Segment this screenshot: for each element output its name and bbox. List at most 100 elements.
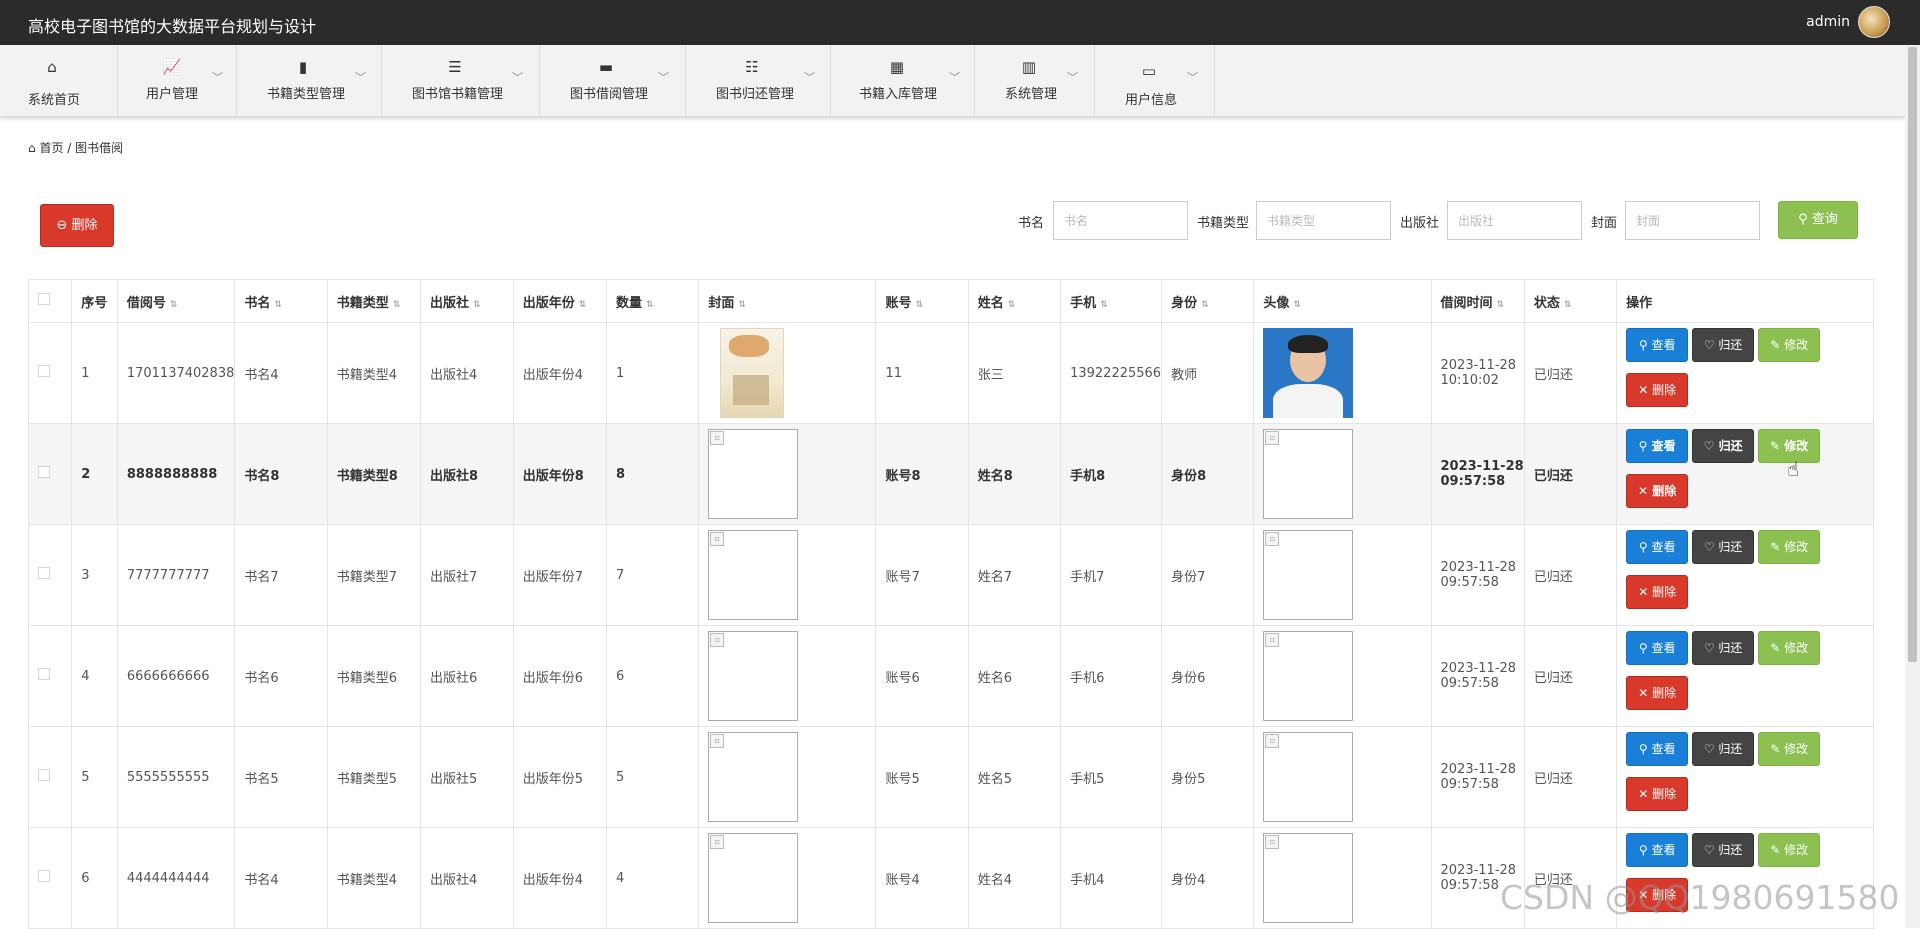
return-button[interactable]: ♡ 归还: [1692, 631, 1755, 665]
row-checkbox[interactable]: [38, 567, 50, 579]
user-avatar-image[interactable]: ▫: [1263, 732, 1354, 822]
filter-publisher-input[interactable]: [1447, 201, 1582, 240]
header-cell[interactable]: 头像 ⇅: [1253, 279, 1432, 323]
user-name[interactable]: admin: [1806, 14, 1850, 30]
view-button[interactable]: ⚲ 查看: [1626, 328, 1689, 362]
sort-icon[interactable]: ⇅: [1100, 300, 1108, 310]
sort-icon[interactable]: ⇅: [579, 300, 587, 310]
row-select-cell[interactable]: [27, 827, 73, 929]
sort-icon[interactable]: ⇅: [1008, 300, 1016, 310]
row-select-cell[interactable]: [27, 726, 73, 828]
header-cell[interactable]: 账号 ⇅: [875, 279, 969, 323]
user-avatar-image[interactable]: ▫: [1263, 530, 1354, 620]
sort-icon[interactable]: ⇅: [473, 300, 481, 310]
scrollbar-thumb[interactable]: [1908, 47, 1917, 662]
edit-button[interactable]: ✎ 修改: [1758, 631, 1821, 665]
row-select-cell[interactable]: [27, 423, 73, 525]
header-cell[interactable]: 借阅时间 ⇅: [1430, 279, 1525, 323]
view-button[interactable]: ⚲ 查看: [1626, 833, 1689, 867]
sort-icon[interactable]: ⇅: [646, 300, 654, 310]
user-avatar-image[interactable]: [1263, 328, 1354, 418]
return-button[interactable]: ♡ 归还: [1692, 732, 1755, 766]
nav-user-management[interactable]: 📈 用户管理 ﹀: [118, 45, 237, 117]
nav-borrow-management[interactable]: ▬ 图书借阅管理 ﹀: [540, 45, 686, 117]
header-cell[interactable]: 出版社 ⇅: [419, 279, 514, 323]
book-cover-image[interactable]: [720, 328, 785, 418]
row-select-cell[interactable]: [27, 625, 73, 727]
select-all-cell[interactable]: [27, 279, 73, 323]
view-label: 查看: [1651, 540, 1676, 554]
sort-icon[interactable]: ⇅: [393, 300, 401, 310]
row-select-cell[interactable]: [27, 322, 73, 424]
delete-button[interactable]: ✕ 删除: [1626, 575, 1689, 609]
header-cell[interactable]: 姓名 ⇅: [967, 279, 1062, 323]
return-button[interactable]: ♡ 归还: [1692, 429, 1755, 463]
header-cell[interactable]: 手机 ⇅: [1060, 279, 1163, 323]
view-button[interactable]: ⚲ 查看: [1626, 429, 1689, 463]
row-checkbox[interactable]: [38, 870, 50, 882]
sort-icon[interactable]: ⇅: [274, 300, 282, 310]
edit-button[interactable]: ✎ 修改: [1758, 833, 1821, 867]
delete-button[interactable]: ✕ 删除: [1626, 474, 1689, 508]
sort-icon[interactable]: ⇅: [170, 300, 178, 310]
nav-book-type-management[interactable]: ▮ 书籍类型管理 ﹀: [237, 45, 382, 117]
view-button[interactable]: ⚲ 查看: [1626, 631, 1689, 665]
header-cell[interactable]: 数量 ⇅: [605, 279, 700, 323]
return-button[interactable]: ♡ 归还: [1692, 328, 1755, 362]
book-cover-image[interactable]: ▫: [708, 732, 799, 822]
nav-home[interactable]: ⌂ 系统首页: [0, 45, 118, 117]
book-cover-image[interactable]: ▫: [708, 833, 799, 923]
view-button[interactable]: ⚲ 查看: [1626, 732, 1689, 766]
book-cover-image[interactable]: ▫: [708, 530, 799, 620]
return-label: 归还: [1718, 540, 1743, 554]
header-cell[interactable]: 身份 ⇅: [1161, 279, 1255, 323]
nav-return-management[interactable]: ☷ 图书归还管理 ﹀: [686, 45, 831, 117]
select-all-checkbox[interactable]: [38, 293, 50, 305]
book-cover-image[interactable]: ▫: [708, 631, 799, 721]
book-cover-image[interactable]: ▫: [708, 429, 799, 519]
row-checkbox[interactable]: [38, 466, 50, 478]
filter-book-name-input[interactable]: [1053, 201, 1188, 240]
filter-cover-input[interactable]: [1625, 201, 1760, 240]
header-cell[interactable]: 出版年份 ⇅: [512, 279, 608, 323]
user-avatar-image[interactable]: ▫: [1263, 429, 1354, 519]
view-button[interactable]: ⚲ 查看: [1626, 530, 1689, 564]
header-cell[interactable]: 借阅号 ⇅: [116, 279, 236, 323]
query-button[interactable]: ⚲ 查询: [1778, 201, 1858, 239]
edit-button[interactable]: ✎ 修改: [1758, 328, 1821, 362]
row-checkbox[interactable]: [38, 365, 50, 377]
filter-book-type-input[interactable]: [1256, 201, 1391, 240]
delete-button[interactable]: ✕ 删除: [1626, 373, 1689, 407]
nav-user-info[interactable]: ▭ 用户信息 ﹀: [1095, 45, 1215, 117]
edit-button[interactable]: ✎ 修改: [1758, 530, 1821, 564]
header-cell[interactable]: 书籍类型 ⇅: [326, 279, 421, 323]
return-button[interactable]: ♡ 归还: [1692, 530, 1755, 564]
nav-system-management[interactable]: ▥ 系统管理 ﹀: [975, 45, 1095, 117]
row-select-cell[interactable]: [27, 524, 73, 626]
cell-book: 书名5: [234, 726, 328, 828]
page-scrollbar[interactable]: [1905, 45, 1920, 928]
nav-library-book-management[interactable]: ☰ 图书馆书籍管理 ﹀: [382, 45, 540, 117]
breadcrumb-home[interactable]: 首页: [39, 141, 63, 155]
sort-icon[interactable]: ⇅: [915, 300, 923, 310]
sort-icon[interactable]: ⇅: [738, 300, 746, 310]
row-checkbox[interactable]: [38, 769, 50, 781]
user-avatar-image[interactable]: ▫: [1263, 631, 1354, 721]
delete-button[interactable]: ✕ 删除: [1626, 676, 1689, 710]
return-button[interactable]: ♡ 归还: [1692, 833, 1755, 867]
sort-icon[interactable]: ⇅: [1293, 300, 1301, 310]
edit-label: 修改: [1784, 439, 1809, 453]
header-cell[interactable]: 状态 ⇅: [1523, 279, 1618, 323]
sort-icon[interactable]: ⇅: [1564, 300, 1572, 310]
sort-icon[interactable]: ⇅: [1497, 300, 1505, 310]
user-avatar[interactable]: [1858, 6, 1890, 38]
batch-delete-button[interactable]: ⊖ 删除: [40, 204, 114, 247]
nav-stock-in-management[interactable]: ▦ 书籍入库管理 ﹀: [831, 45, 975, 117]
header-cell[interactable]: 封面 ⇅: [698, 279, 877, 323]
header-cell[interactable]: 书名 ⇅: [234, 279, 328, 323]
edit-button[interactable]: ✎ 修改: [1758, 732, 1821, 766]
row-checkbox[interactable]: [38, 668, 50, 680]
sort-icon[interactable]: ⇅: [1201, 300, 1209, 310]
user-avatar-image[interactable]: ▫: [1263, 833, 1354, 923]
delete-button[interactable]: ✕ 删除: [1626, 777, 1689, 811]
